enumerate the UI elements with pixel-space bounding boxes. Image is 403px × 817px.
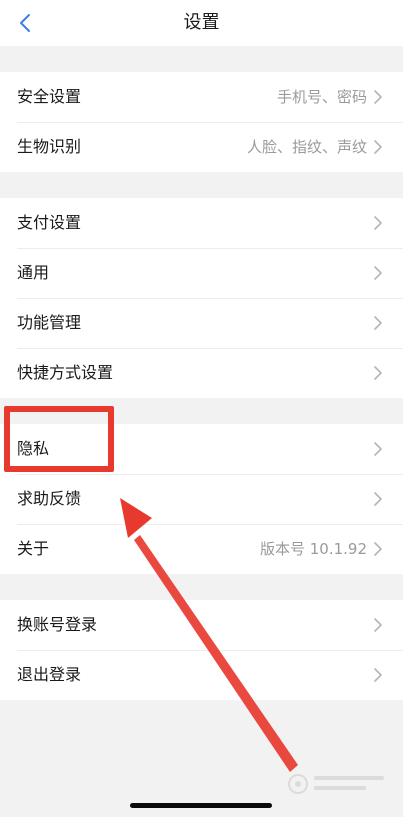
chevron-right-icon: [374, 140, 382, 154]
chevron-right-icon: [374, 492, 382, 506]
chevron-right-icon: [374, 90, 382, 104]
row-label: 求助反馈: [17, 489, 82, 508]
settings-row-logout[interactable]: 退出登录: [0, 650, 403, 700]
settings-row-shortcuts[interactable]: 快捷方式设置: [0, 348, 403, 398]
chevron-right-icon: [374, 542, 382, 556]
settings-group-account: 安全设置 手机号、密码 生物识别 人脸、指纹、声纹: [0, 72, 403, 172]
settings-row-about[interactable]: 关于 版本号 10.1.92: [0, 524, 403, 574]
row-label: 生物识别: [17, 137, 82, 156]
row-label: 通用: [17, 263, 50, 282]
chevron-right-icon: [374, 442, 382, 456]
row-label: 退出登录: [17, 665, 82, 684]
chevron-right-icon: [374, 266, 382, 280]
row-detail: 手机号、密码: [276, 88, 367, 106]
version-text: 版本号 10.1.92: [259, 540, 367, 558]
row-detail: 人脸、指纹、声纹: [246, 138, 367, 156]
home-indicator: [130, 803, 272, 808]
settings-row-general[interactable]: 通用: [0, 248, 403, 298]
settings-group-general: 支付设置 通用 功能管理 快捷方式设置: [0, 198, 403, 398]
chevron-right-icon: [374, 618, 382, 632]
chevron-right-icon: [374, 668, 382, 682]
settings-row-security[interactable]: 安全设置 手机号、密码: [0, 72, 403, 122]
watermark-logo: [288, 774, 384, 794]
row-label: 快捷方式设置: [17, 363, 114, 382]
chevron-right-icon: [374, 316, 382, 330]
highlight-box: [4, 406, 114, 472]
settings-group-login: 换账号登录 退出登录: [0, 600, 403, 700]
nav-bar: 设置: [0, 0, 403, 46]
settings-row-switch-account[interactable]: 换账号登录: [0, 600, 403, 650]
settings-row-features[interactable]: 功能管理: [0, 298, 403, 348]
chevron-right-icon: [374, 366, 382, 380]
settings-row-payment[interactable]: 支付设置: [0, 198, 403, 248]
row-label: 换账号登录: [17, 615, 98, 634]
row-label: 安全设置: [17, 87, 82, 106]
settings-row-feedback[interactable]: 求助反馈: [0, 474, 403, 524]
chevron-right-icon: [374, 216, 382, 230]
page-title: 设置: [183, 12, 220, 33]
row-label: 功能管理: [17, 313, 82, 332]
settings-row-biometrics[interactable]: 生物识别 人脸、指纹、声纹: [0, 122, 403, 172]
row-label: 关于: [17, 539, 50, 558]
row-label: 支付设置: [17, 213, 82, 232]
